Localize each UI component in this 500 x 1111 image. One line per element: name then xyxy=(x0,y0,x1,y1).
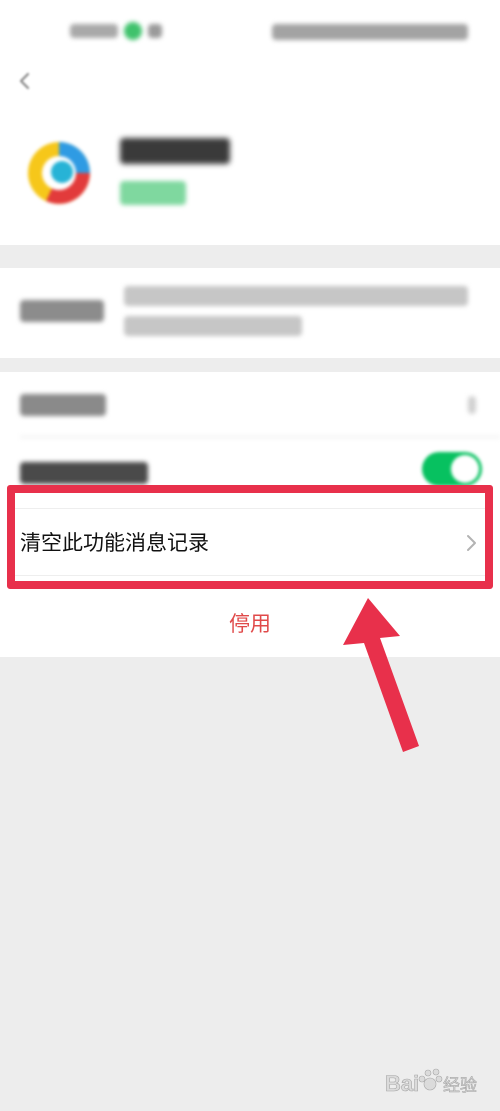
app-title xyxy=(120,138,230,164)
intro-text-line xyxy=(124,316,302,336)
message-toggle-switch[interactable] xyxy=(422,452,482,486)
status-icons xyxy=(272,24,468,40)
baidu-jingyan-watermark: Bai 经验 xyxy=(385,1068,477,1096)
back-button[interactable] xyxy=(10,66,40,96)
settings-row-chevron xyxy=(468,396,476,414)
arrow-up-icon xyxy=(343,598,419,752)
status-time xyxy=(70,24,118,38)
app-logo xyxy=(26,140,92,206)
toggle-row-label xyxy=(20,462,148,484)
svg-text:Bai: Bai xyxy=(385,1071,419,1096)
notification-icon xyxy=(148,24,162,38)
settings-row-label[interactable] xyxy=(20,394,106,416)
chevron-left-icon xyxy=(19,72,30,90)
app-status-badge xyxy=(120,181,186,205)
intro-label xyxy=(20,300,104,322)
settings-divider xyxy=(20,436,500,438)
toggle-knob xyxy=(451,455,479,483)
svg-text:经验: 经验 xyxy=(443,1076,477,1096)
wechat-status-icon xyxy=(124,22,142,40)
intro-text-line xyxy=(124,286,468,306)
intro-section xyxy=(0,268,500,358)
status-bar xyxy=(0,0,500,60)
highlight-box xyxy=(7,485,493,589)
